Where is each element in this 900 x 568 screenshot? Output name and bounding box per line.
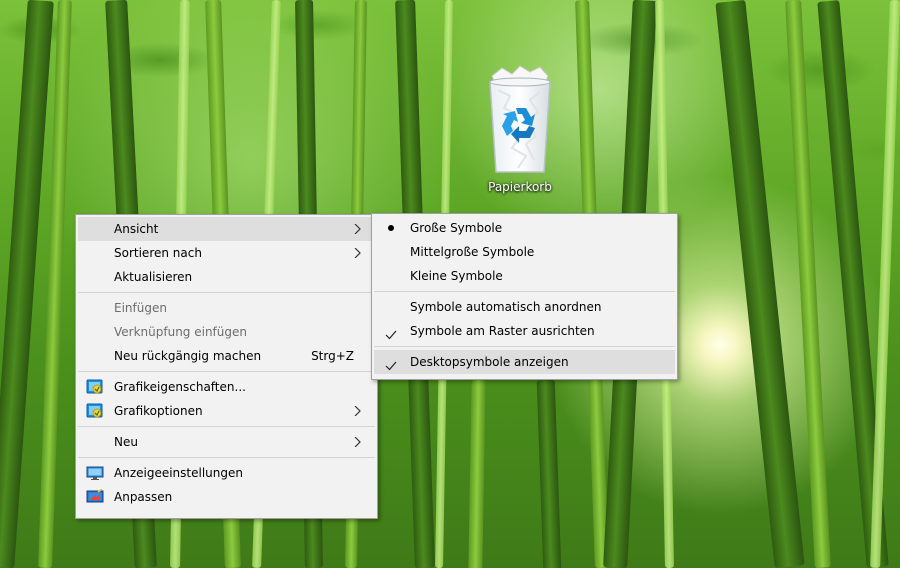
personalize-icon: [86, 488, 104, 505]
submenu-item-label: Symbole am Raster ausrichten: [410, 324, 595, 338]
menu-separator: [78, 371, 375, 372]
menu-item-label: Sortieren nach: [114, 246, 202, 260]
submenu-item-grosse-symbole[interactable]: Große Symbole: [374, 216, 675, 240]
menu-separator: [374, 346, 675, 347]
menu-item-label: Neu rückgängig machen: [114, 349, 262, 363]
menu-separator: [78, 426, 375, 427]
menu-item-einfuegen[interactable]: Einfügen: [78, 296, 375, 320]
menu-item-grafikoptionen[interactable]: Grafikoptionen: [78, 399, 375, 423]
radio-bullet-icon: [388, 225, 394, 231]
submenu-item-desktopsymbole-anzeigen[interactable]: Desktopsymbole anzeigen: [374, 350, 675, 374]
menu-item-label: Einfügen: [114, 301, 167, 315]
desktop-icon-recycle-bin[interactable]: Papierkorb: [466, 64, 574, 204]
checkmark-icon: [385, 356, 397, 380]
menu-item-shortcut: Strg+Z: [311, 349, 354, 363]
menu-item-label: Verknüpfung einfügen: [114, 325, 247, 339]
chevron-right-icon: [353, 241, 363, 265]
view-submenu: Große Symbole Mittelgroße Symbole Kleine…: [371, 213, 678, 380]
submenu-item-kleine-symbole[interactable]: Kleine Symbole: [374, 264, 675, 288]
chevron-right-icon: [353, 399, 363, 423]
menu-item-sortieren-nach[interactable]: Sortieren nach: [78, 241, 375, 265]
menu-item-anpassen[interactable]: Anpassen: [78, 485, 375, 509]
menu-item-label: Neu: [114, 435, 138, 449]
recycle-bin-label: Papierkorb: [488, 180, 552, 194]
menu-item-label: Anpassen: [114, 490, 173, 504]
menu-item-aktualisieren[interactable]: Aktualisieren: [78, 265, 375, 289]
menu-separator: [78, 457, 375, 458]
desktop-context-menu: Ansicht Sortieren nach Aktualisieren Ein…: [75, 214, 378, 519]
submenu-item-label: Kleine Symbole: [410, 269, 503, 283]
submenu-item-label: Große Symbole: [410, 221, 503, 235]
menu-item-label: Grafikeigenschaften...: [114, 380, 246, 394]
submenu-item-label: Symbole automatisch anordnen: [410, 300, 602, 314]
menu-item-label: Aktualisieren: [114, 270, 193, 284]
intel-graphics-icon: [86, 403, 104, 419]
bamboo-stalk: [536, 379, 562, 568]
checkmark-icon: [385, 325, 397, 349]
menu-separator: [78, 292, 375, 293]
bamboo-stalk: [468, 379, 486, 568]
submenu-item-mittelgrosse-symbole[interactable]: Mittelgroße Symbole: [374, 240, 675, 264]
submenu-item-label: Mittelgroße Symbole: [410, 245, 535, 259]
intel-graphics-icon: [86, 379, 104, 395]
menu-item-anzeigeeinstellungen[interactable]: Anzeigeeinstellungen: [78, 461, 375, 485]
chevron-right-icon: [353, 430, 363, 454]
menu-item-grafikeigenschaften[interactable]: Grafikeigenschaften...: [78, 375, 375, 399]
menu-item-neu-rueckgaengig[interactable]: Neu rückgängig machen Strg+Z: [78, 344, 375, 368]
chevron-right-icon: [353, 217, 363, 241]
submenu-item-raster-ausrichten[interactable]: Symbole am Raster ausrichten: [374, 319, 675, 343]
menu-item-neu[interactable]: Neu: [78, 430, 375, 454]
menu-separator: [374, 291, 675, 292]
display-settings-icon: [86, 465, 104, 481]
menu-item-verknuepfung-einfuegen[interactable]: Verknüpfung einfügen: [78, 320, 375, 344]
submenu-item-label: Desktopsymbole anzeigen: [410, 355, 569, 369]
menu-item-label: Grafikoptionen: [114, 404, 203, 418]
menu-item-ansicht[interactable]: Ansicht: [78, 217, 375, 241]
recycle-bin-icon: [489, 65, 551, 173]
menu-item-label: Ansicht: [114, 222, 159, 236]
menu-item-label: Anzeigeeinstellungen: [114, 466, 243, 480]
submenu-item-automatisch-anordnen[interactable]: Symbole automatisch anordnen: [374, 295, 675, 319]
